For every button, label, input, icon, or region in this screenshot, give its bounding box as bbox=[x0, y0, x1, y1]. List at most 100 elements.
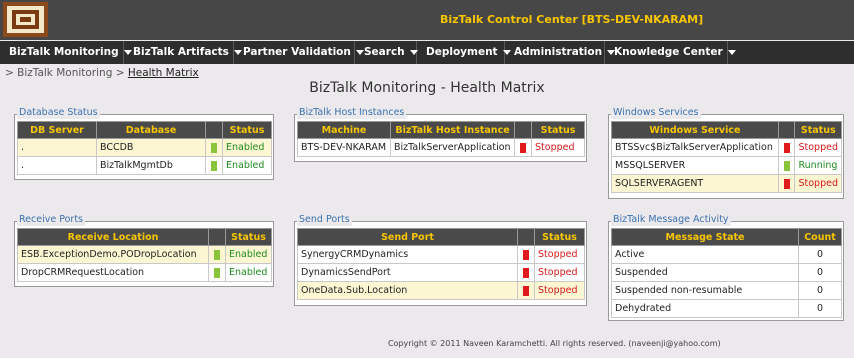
db-server-cell: . bbox=[17, 156, 97, 175]
nav-deployment[interactable]: Deployment bbox=[417, 41, 511, 64]
table-row: ESB.ExceptionDemo.PODropLocation Enabled bbox=[17, 245, 272, 264]
status-indicator-cell bbox=[205, 156, 223, 175]
table-row: SynergyCRMDynamics Stopped bbox=[297, 245, 585, 264]
nav-label: Search bbox=[364, 46, 405, 58]
panel-legend: BizTalk Host Instances bbox=[297, 107, 407, 119]
status-indicator-cell bbox=[517, 281, 535, 300]
panel-legend: Database Status bbox=[17, 107, 100, 119]
status-cell: Running bbox=[794, 156, 842, 175]
table-row: Suspended non-resumable 0 bbox=[611, 281, 842, 300]
status-indicator-cell bbox=[208, 245, 226, 264]
column-header bbox=[514, 121, 532, 139]
copyright-footer: Copyright © 2011 Naveen Karamchetti. All… bbox=[388, 339, 721, 348]
nav-search[interactable]: Search bbox=[355, 41, 418, 64]
nav-label: BizTalk Monitoring bbox=[9, 46, 119, 58]
status-indicator-cell bbox=[777, 174, 796, 193]
column-header: Status bbox=[222, 121, 272, 139]
table-header-row: Machine BizTalk Host Instance Status bbox=[297, 121, 585, 139]
table-row: Dehydrated 0 bbox=[611, 299, 842, 318]
column-header bbox=[208, 228, 226, 246]
message-activity-table: Message State Count Active 0 Suspended 0… bbox=[611, 228, 842, 318]
table-header-row: Send Port Status bbox=[297, 228, 585, 246]
send-port-cell: SynergyCRMDynamics bbox=[297, 245, 518, 264]
column-header bbox=[777, 121, 796, 139]
app-title: BizTalk Control Center [BTS-DEV-NKARAM] bbox=[440, 13, 704, 26]
count-cell: 0 bbox=[798, 281, 842, 300]
status-cell: Stopped bbox=[534, 281, 585, 300]
status-green-icon bbox=[783, 160, 790, 171]
column-header: Status bbox=[225, 228, 272, 246]
receive-location-cell: DropCRMRequestLocation bbox=[17, 263, 209, 282]
windows-services-table: Windows Service Status BTSSvc$BizTalkSer… bbox=[611, 121, 842, 193]
database-cell: BizTalkMgmtDb bbox=[96, 156, 206, 175]
status-cell: Enabled bbox=[225, 263, 272, 282]
status-green-icon bbox=[214, 267, 220, 278]
status-red-icon bbox=[523, 249, 529, 260]
status-red-icon bbox=[783, 178, 790, 189]
status-red-icon bbox=[523, 267, 529, 278]
table-row: . BizTalkMgmtDb Enabled bbox=[17, 156, 272, 175]
db-server-cell: . bbox=[17, 138, 97, 157]
column-header: Status bbox=[531, 121, 585, 139]
status-indicator-cell bbox=[208, 263, 226, 282]
panel-legend: Windows Services bbox=[611, 107, 701, 119]
biztalk-logo-icon bbox=[3, 2, 48, 37]
column-header bbox=[205, 121, 223, 139]
column-header: BizTalk Host Instance bbox=[390, 121, 515, 139]
database-status-table: DB Server Database Status . BCCDB Enable… bbox=[17, 121, 272, 175]
message-state-cell: Suspended bbox=[611, 263, 799, 282]
message-state-cell: Active bbox=[611, 245, 799, 264]
nav-biztalk-monitoring[interactable]: BizTalk Monitoring bbox=[0, 41, 132, 64]
status-indicator-cell bbox=[777, 138, 796, 157]
table-row: BTSSvc$BizTalkServerApplication Stopped bbox=[611, 138, 842, 157]
panel-legend: Send Ports bbox=[297, 214, 352, 226]
status-indicator-cell bbox=[517, 263, 535, 282]
table-row: BTS-DEV-NKARAM BizTalkServerApplication … bbox=[297, 138, 585, 157]
page-title: BizTalk Monitoring - Health Matrix bbox=[309, 80, 545, 96]
send-ports-panel: Send Ports Send Port Status SynergyCRMDy… bbox=[294, 214, 587, 306]
send-port-cell: OneData.Sub.Location bbox=[297, 281, 518, 300]
count-cell: 0 bbox=[798, 245, 842, 264]
status-indicator-cell bbox=[205, 138, 223, 157]
host-instance-cell: BizTalkServerApplication bbox=[390, 138, 515, 157]
column-header: Status bbox=[534, 228, 585, 246]
status-cell: Enabled bbox=[225, 245, 272, 264]
status-green-icon bbox=[214, 249, 220, 260]
receive-ports-panel: Receive Ports Receive Location Status ES… bbox=[14, 214, 274, 287]
column-header: Windows Service bbox=[611, 121, 779, 139]
service-cell: BTSSvc$BizTalkServerApplication bbox=[611, 138, 779, 157]
table-row: SQLSERVERAGENT Stopped bbox=[611, 174, 842, 193]
database-cell: BCCDB bbox=[96, 138, 206, 157]
column-header: DB Server bbox=[17, 121, 97, 139]
send-port-cell: DynamicsSendPort bbox=[297, 263, 518, 282]
table-row: Active 0 bbox=[611, 245, 842, 264]
nav-knowledge-center[interactable]: Knowledge Center bbox=[605, 41, 736, 64]
column-header: Machine bbox=[297, 121, 391, 139]
message-state-cell: Dehydrated bbox=[611, 299, 799, 318]
column-header: Count bbox=[798, 228, 842, 246]
nav-label: Deployment bbox=[426, 46, 498, 58]
status-cell: Stopped bbox=[794, 174, 842, 193]
column-header: Status bbox=[794, 121, 842, 139]
status-green-icon bbox=[211, 160, 217, 171]
breadcrumb-current[interactable]: Health Matrix bbox=[128, 67, 199, 79]
column-header: Receive Location bbox=[17, 228, 209, 246]
service-cell: MSSQLSERVER bbox=[611, 156, 779, 175]
nav-label: Partner Validation bbox=[243, 46, 351, 58]
status-red-icon bbox=[783, 142, 790, 153]
host-instances-table: Machine BizTalk Host Instance Status BTS… bbox=[297, 121, 585, 157]
nav-label: Knowledge Center bbox=[614, 46, 723, 58]
status-cell: Stopped bbox=[531, 138, 585, 157]
nav-biztalk-artifacts[interactable]: BizTalk Artifacts bbox=[124, 41, 242, 64]
nav-partner-validation[interactable]: Partner Validation bbox=[234, 41, 364, 64]
status-cell: Enabled bbox=[222, 138, 272, 157]
column-header bbox=[517, 228, 535, 246]
breadcrumb-prefix[interactable]: > BizTalk Monitoring > bbox=[5, 67, 128, 79]
table-row: DynamicsSendPort Stopped bbox=[297, 263, 585, 282]
top-header: BizTalk Control Center [BTS-DEV-NKARAM] bbox=[0, 0, 854, 40]
status-red-icon bbox=[523, 285, 529, 296]
nav-administration[interactable]: Administration bbox=[505, 41, 616, 64]
column-header: Database bbox=[96, 121, 206, 139]
receive-ports-table: Receive Location Status ESB.ExceptionDem… bbox=[17, 228, 272, 282]
windows-services-panel: Windows Services Windows Service Status … bbox=[608, 107, 844, 199]
